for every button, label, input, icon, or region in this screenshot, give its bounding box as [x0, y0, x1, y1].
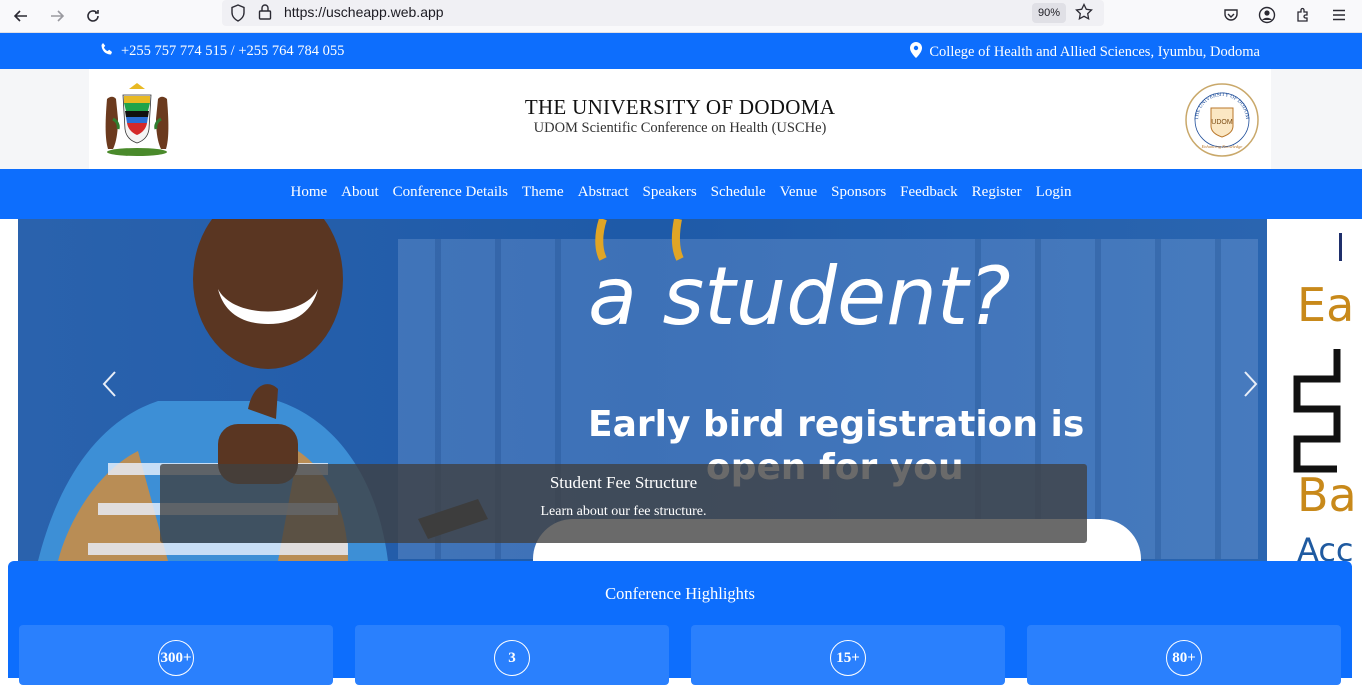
next-slide-peek: Ea Ba Acc	[1267, 219, 1362, 561]
carousel-next-icon[interactable]	[1238, 369, 1262, 399]
highlight-stat: 300+	[158, 640, 194, 676]
highlight-stat: 80+	[1166, 640, 1202, 676]
nav-links: Home About Conference Details Theme Abstract…	[0, 184, 1362, 201]
address-bar[interactable]: https://uscheapp.web.app 90%	[222, 0, 1104, 26]
extensions-icon[interactable]	[1291, 3, 1315, 27]
phone-numbers: +255 757 774 515 / +255 764 784 055	[121, 43, 345, 59]
slide-line-1: Early bird registration is	[588, 404, 1084, 445]
highlight-stat: 15+	[830, 640, 866, 676]
menu-icon[interactable]	[1327, 3, 1351, 27]
highlight-card: 3	[355, 625, 669, 685]
seal-text: UDOM	[1211, 119, 1233, 126]
highlight-card: 80+	[1027, 625, 1341, 685]
nav-login[interactable]: Login	[1036, 184, 1072, 201]
phone-contact: +255 757 774 515 / +255 764 784 055	[100, 42, 344, 61]
caption-text: Learn about our fee structure.	[540, 504, 707, 519]
udom-seal-logo: THE UNIVERSITY OF DODOMA UDOM Enhancing …	[1182, 78, 1260, 158]
browser-toolbar: https://uscheapp.web.app 90%	[0, 0, 1362, 33]
peek-text-1: Ea	[1297, 278, 1354, 332]
carousel-prev-icon[interactable]	[98, 369, 122, 399]
main-navbar: Home About Conference Details Theme Abstract…	[0, 169, 1362, 219]
forward-icon[interactable]	[44, 3, 70, 29]
url-text[interactable]: https://uscheapp.web.app	[284, 4, 444, 20]
carousel-caption: Student Fee Structure Learn about our fe…	[160, 464, 1087, 543]
shield-icon[interactable]	[230, 4, 246, 27]
address-text: College of Health and Allied Sciences, I…	[929, 44, 1260, 60]
pocket-icon[interactable]	[1219, 3, 1243, 27]
nav-venue[interactable]: Venue	[780, 184, 818, 201]
nav-theme[interactable]: Theme	[522, 184, 564, 201]
location-pin-icon	[910, 42, 923, 63]
back-icon[interactable]	[8, 3, 34, 29]
nav-abstract[interactable]: Abstract	[578, 184, 629, 201]
nav-about[interactable]: About	[341, 184, 379, 201]
nav-feedback[interactable]: Feedback	[900, 184, 957, 201]
conference-subtitle: UDOM Scientific Conference on Health (US…	[533, 120, 827, 136]
peek-text-3: Acc	[1297, 531, 1354, 561]
nav-speakers[interactable]: Speakers	[643, 184, 697, 201]
header-background: THE UNIVERSITY OF DODOMA UDOM Scientific…	[0, 69, 1362, 169]
university-title: THE UNIVERSITY OF DODOMA	[524, 95, 836, 119]
nav-conference-details[interactable]: Conference Details	[393, 184, 508, 201]
peek-text-2: Ba	[1297, 468, 1357, 522]
highlights-title: Conference Highlights	[605, 584, 755, 603]
hero-carousel: a student? Early bird registration is op…	[0, 219, 1362, 561]
nav-sponsors[interactable]: Sponsors	[831, 184, 886, 201]
highlight-card: 15+	[691, 625, 1005, 685]
lock-icon[interactable]	[258, 3, 272, 26]
reload-icon[interactable]	[80, 3, 106, 29]
zoom-level[interactable]: 90%	[1032, 3, 1067, 23]
highlight-card: 300+	[19, 625, 333, 685]
address-contact: College of Health and Allied Sciences, I…	[910, 42, 1260, 63]
highlight-stat: 3	[494, 640, 530, 676]
carousel-slide[interactable]: a student? Early bird registration is op…	[18, 219, 1267, 561]
nav-schedule[interactable]: Schedule	[711, 184, 766, 201]
bookmark-star-icon[interactable]	[1075, 2, 1093, 26]
account-icon[interactable]	[1255, 3, 1279, 27]
slide-heading: a student?	[588, 250, 1011, 343]
nav-register[interactable]: Register	[972, 184, 1022, 201]
svg-text:Enhancing Knowledge: Enhancing Knowledge	[1201, 144, 1243, 149]
caption-title: Student Fee Structure	[549, 473, 698, 492]
phone-icon	[100, 42, 114, 61]
nav-home[interactable]: Home	[290, 184, 327, 201]
site-header: THE UNIVERSITY OF DODOMA UDOM Scientific…	[89, 69, 1271, 169]
conference-highlights: Conference Highlights 300+ 3 15+ 80+	[8, 561, 1352, 685]
contact-bar: +255 757 774 515 / +255 764 784 055 Coll…	[0, 33, 1362, 69]
